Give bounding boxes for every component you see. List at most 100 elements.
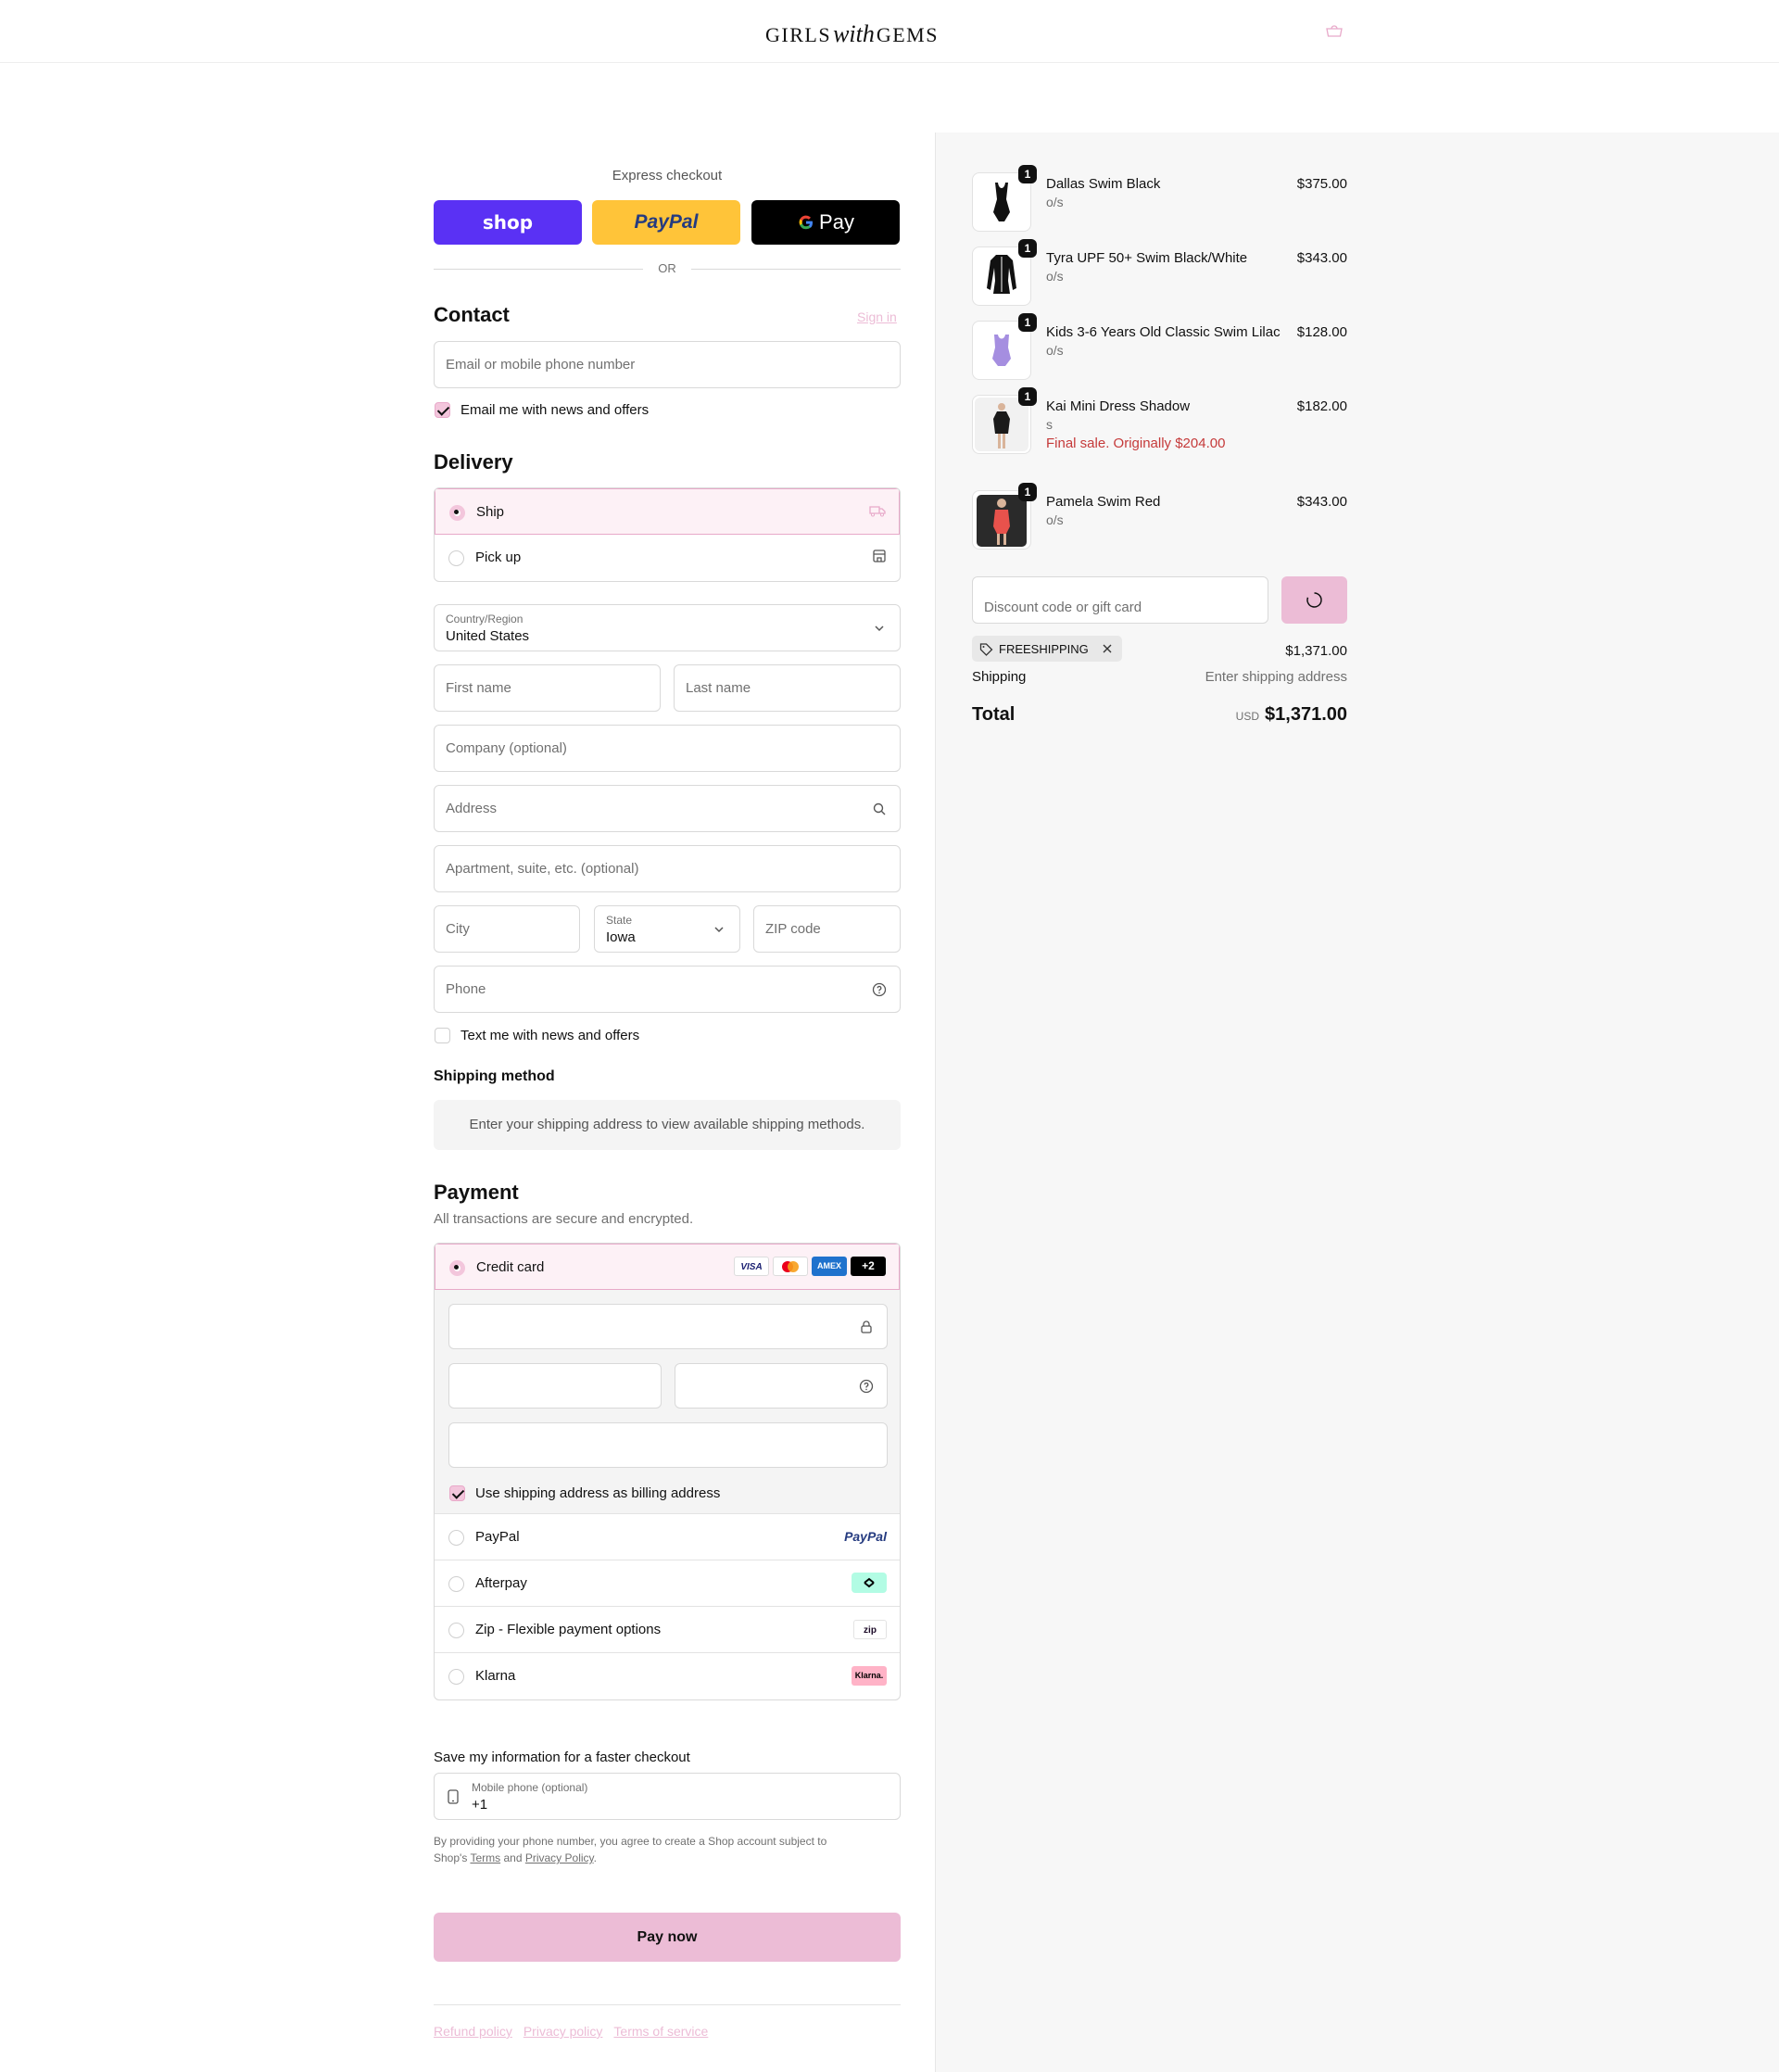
last-name-field[interactable]: Last name [674,664,901,712]
mobile-phone-field[interactable]: Mobile phone (optional) +1 [434,1773,901,1820]
shipping-label: Shipping [972,669,1027,685]
email-news-label: Email me with news and offers [461,402,650,418]
privacy-policy-link[interactable]: Privacy Policy [525,1851,594,1864]
google-pay-button[interactable]: Pay [751,200,900,245]
city-placeholder: City [446,921,470,937]
cart-item: 1 Tyra UPF 50+ Swim Black/White o/s $343… [972,239,1347,311]
company-field[interactable]: Company (optional) [434,725,901,772]
payment-option-paypal[interactable]: PayPal PayPal [435,1514,900,1560]
close-icon[interactable] [1102,643,1113,654]
shipping-method-heading: Shipping method [434,1068,555,1084]
paypal-express-button[interactable]: PayPal [592,200,740,245]
delivery-option-pickup[interactable]: Pick up [435,535,900,581]
more-cards-badge: +2 [851,1257,886,1276]
save-disclaimer: By providing your phone number, you agre… [434,1833,901,1866]
quantity-badge: 1 [1018,387,1037,406]
item-variant: o/s [1046,512,1064,527]
logo-text-with: with [833,20,875,47]
item-variant: s [1046,417,1053,432]
apply-discount-button[interactable] [1281,576,1347,624]
delivery-option-ship[interactable]: Ship [435,488,900,535]
email-placeholder: Email or mobile phone number [446,357,636,373]
billing-same-checkbox[interactable] [449,1485,465,1501]
visa-badge: VISA [734,1257,769,1276]
site-header: GIRLSwithGEMS [0,0,1779,63]
paypal-logo: PayPal [844,1529,887,1544]
mobile-phone-icon [448,1789,459,1804]
shipping-method-info: Enter your shipping address to view avai… [434,1100,901,1150]
item-variant: o/s [1046,343,1064,358]
bag-icon[interactable] [1325,24,1344,37]
item-name: Dallas Swim Black [1046,176,1161,192]
discount-tag-label: FREESHIPPING [999,641,1089,656]
card-number-field[interactable] [448,1304,888,1349]
klarna-radio[interactable] [448,1669,464,1685]
zip-radio[interactable] [448,1623,464,1638]
security-code-field[interactable] [675,1363,888,1409]
subtotal-value: $1,371.00 [1285,643,1347,659]
help-icon[interactable] [859,1379,874,1394]
phone-field[interactable]: Phone [434,966,901,1013]
pay-now-button[interactable]: Pay now [434,1913,901,1962]
item-name: Kai Mini Dress Shadow [1046,398,1191,414]
expiration-date-field[interactable] [448,1363,662,1409]
apartment-field[interactable]: Apartment, suite, etc. (optional) [434,845,901,892]
state-select[interactable]: State Iowa [594,905,740,953]
delivery-heading: Delivery [434,450,513,474]
mastercard-icon [782,1261,799,1272]
afterpay-label: Afterpay [475,1575,527,1591]
tag-icon [979,642,993,656]
afterpay-radio[interactable] [448,1576,464,1592]
item-variant: o/s [1046,195,1064,209]
privacy-policy-footer-link[interactable]: Privacy policy [524,2024,603,2039]
logo-text-girls: GIRLS [765,23,832,46]
payment-option-zip[interactable]: Zip - Flexible payment options zip [435,1607,900,1653]
zip-label: Zip - Flexible payment options [475,1622,662,1637]
shop-pay-button[interactable]: shop [434,200,582,245]
name-on-card-field[interactable] [448,1422,888,1468]
refund-policy-link[interactable]: Refund policy [434,2024,512,2039]
shop-pay-label: shop [482,211,534,234]
help-icon[interactable] [872,982,887,997]
city-field[interactable]: City [434,905,580,953]
text-news-checkbox[interactable] [435,1028,450,1043]
terms-of-service-link[interactable]: Terms of service [613,2024,708,2039]
item-price: $343.00 [1296,250,1347,266]
google-g-icon [799,215,814,230]
address-placeholder: Address [446,801,498,816]
sign-in-link[interactable]: Sign in [857,310,897,324]
lock-icon [861,1320,872,1333]
address-field[interactable]: Address [434,785,901,832]
country-select[interactable]: Country/Region United States [434,604,901,651]
payment-option-afterpay[interactable]: Afterpay [435,1560,900,1607]
first-name-field[interactable]: First name [434,664,661,712]
paypal-radio[interactable] [448,1530,464,1546]
total-row: Total USD $1,371.00 [972,704,1347,730]
email-news-checkbox[interactable] [435,402,450,418]
payment-option-klarna[interactable]: Klarna Klarna. [435,1653,900,1699]
quantity-badge: 1 [1018,165,1037,183]
pickup-radio[interactable] [448,550,464,566]
brand-logo[interactable]: GIRLSwithGEMS [765,20,939,48]
disclaimer-text: By providing your phone number, you agre… [434,1835,827,1848]
last-name-placeholder: Last name [686,680,751,696]
zip-field[interactable]: ZIP code [753,905,901,953]
discount-code-field[interactable]: Discount code or gift card [972,576,1268,624]
ship-radio[interactable] [449,505,465,521]
email-field[interactable]: Email or mobile phone number [434,341,901,388]
paypal-label: PayPal [475,1529,520,1545]
credit-card-radio[interactable] [449,1260,465,1276]
mobile-phone-value: +1 [472,1797,488,1813]
item-price: $375.00 [1296,176,1347,192]
quantity-badge: 1 [1018,239,1037,258]
express-checkout-label: Express checkout [612,168,723,183]
disclaimer-shop: Shop's [434,1851,468,1864]
total-label: Total [972,704,1016,725]
terms-link[interactable]: Terms [470,1851,500,1864]
phone-placeholder: Phone [446,981,486,997]
store-icon [873,550,886,562]
google-pay-label: Pay [819,210,854,234]
klarna-label: Klarna [475,1668,516,1684]
quantity-badge: 1 [1018,483,1037,501]
payment-option-credit-card[interactable]: Credit card VISA AMEX +2 [435,1244,900,1290]
